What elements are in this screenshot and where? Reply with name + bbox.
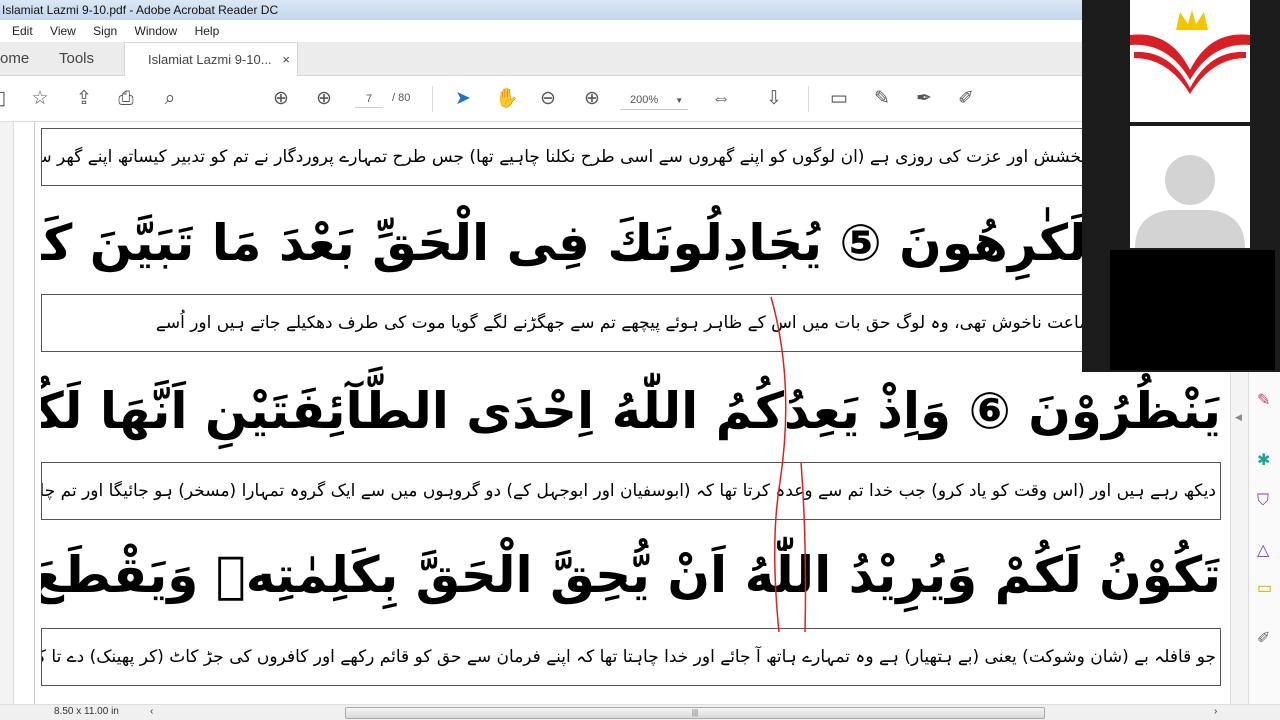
zoom-out-icon[interactable]: ⊖ [537, 88, 559, 110]
highlight-pen-icon[interactable]: ✎ [871, 88, 893, 110]
print-icon[interactable]: ⎙ [115, 88, 137, 110]
zoom-value: 200% [630, 94, 659, 106]
more-tools-icon[interactable]: ✐ [1257, 630, 1275, 648]
user-avatar-icon [1135, 155, 1245, 248]
zoom-select[interactable]: 200% ▼ [620, 90, 688, 110]
pen-annotation [770, 296, 807, 633]
participant-tile-logo[interactable] [1130, 0, 1250, 122]
comment-icon[interactable]: ▭ [828, 88, 850, 110]
tab-document[interactable]: Islamiat Lazmi 9-10... × [124, 42, 298, 77]
video-call-panel [1082, 0, 1280, 372]
divider [432, 86, 433, 112]
collapse-arrow-icon[interactable]: ◀ [1235, 412, 1242, 423]
page-size: 8.50 x 11.00 in [54, 706, 119, 717]
menu-view[interactable]: View [50, 24, 76, 38]
fill-sign-icon[interactable]: ✎ [1257, 392, 1275, 410]
academy-logo-icon [1130, 10, 1250, 94]
prepare-form-icon[interactable]: △ [1257, 542, 1275, 560]
bookmark-star-icon[interactable]: ☆ [29, 88, 51, 110]
window-title: Islamiat Lazmi 9-10.pdf - Adobe Acrobat … [2, 3, 279, 17]
page-number-input[interactable] [355, 90, 383, 108]
comment-tool-icon[interactable]: ▭ [1257, 580, 1275, 598]
page-total: / 80 [392, 92, 411, 104]
menu-window[interactable]: Window [135, 24, 178, 38]
menu-help[interactable]: Help [195, 24, 220, 38]
status-bar: 8.50 x 11.00 in ‹ ||| › [0, 704, 1280, 720]
tab-tools[interactable]: Tools [59, 42, 94, 76]
tab-home[interactable]: ome [0, 42, 29, 76]
tab-document-label: Islamiat Lazmi 9-10... [148, 52, 272, 67]
upload-cloud-icon[interactable]: ⇪ [73, 88, 95, 110]
edit-pdf-icon[interactable]: ✐ [955, 88, 977, 110]
previous-page-icon[interactable]: ⊕ [270, 88, 292, 110]
sign-icon[interactable]: ✒ [913, 88, 935, 110]
fit-page-icon[interactable]: ⇔ [710, 88, 732, 110]
participant-tile-avatar[interactable] [1130, 126, 1250, 248]
scroll-left-icon[interactable]: ‹ [150, 706, 153, 717]
hand-tool-icon[interactable]: ✋ [495, 88, 519, 110]
save-icon[interactable]: ▯ [0, 88, 12, 110]
menu-edit[interactable]: Edit [12, 24, 33, 38]
chevron-down-icon: ▼ [675, 96, 684, 105]
organize-pages-icon[interactable]: ✱ [1257, 452, 1275, 470]
scroll-right-icon[interactable]: › [1214, 706, 1217, 717]
zoom-in-icon[interactable]: ⊕ [581, 88, 603, 110]
divider [808, 86, 809, 112]
participant-tile-video-off[interactable] [1110, 250, 1275, 370]
select-cursor-icon[interactable]: ➤ [452, 88, 474, 110]
next-page-icon[interactable]: ⊕ [313, 88, 335, 110]
pdf-page: نے بڑے ) درجے اور بخشش اور عزت کی روزی ہ… [34, 122, 1230, 706]
protect-icon[interactable]: ⛉ [1257, 492, 1275, 510]
scroll-mode-icon[interactable]: ⇩ [763, 88, 785, 110]
search-icon[interactable]: ⌕ [159, 88, 181, 110]
horizontal-scrollbar[interactable]: ||| [345, 707, 1045, 719]
close-tab-icon[interactable]: × [282, 43, 290, 77]
menu-sign[interactable]: Sign [93, 24, 117, 38]
navigation-pane[interactable] [0, 122, 14, 706]
